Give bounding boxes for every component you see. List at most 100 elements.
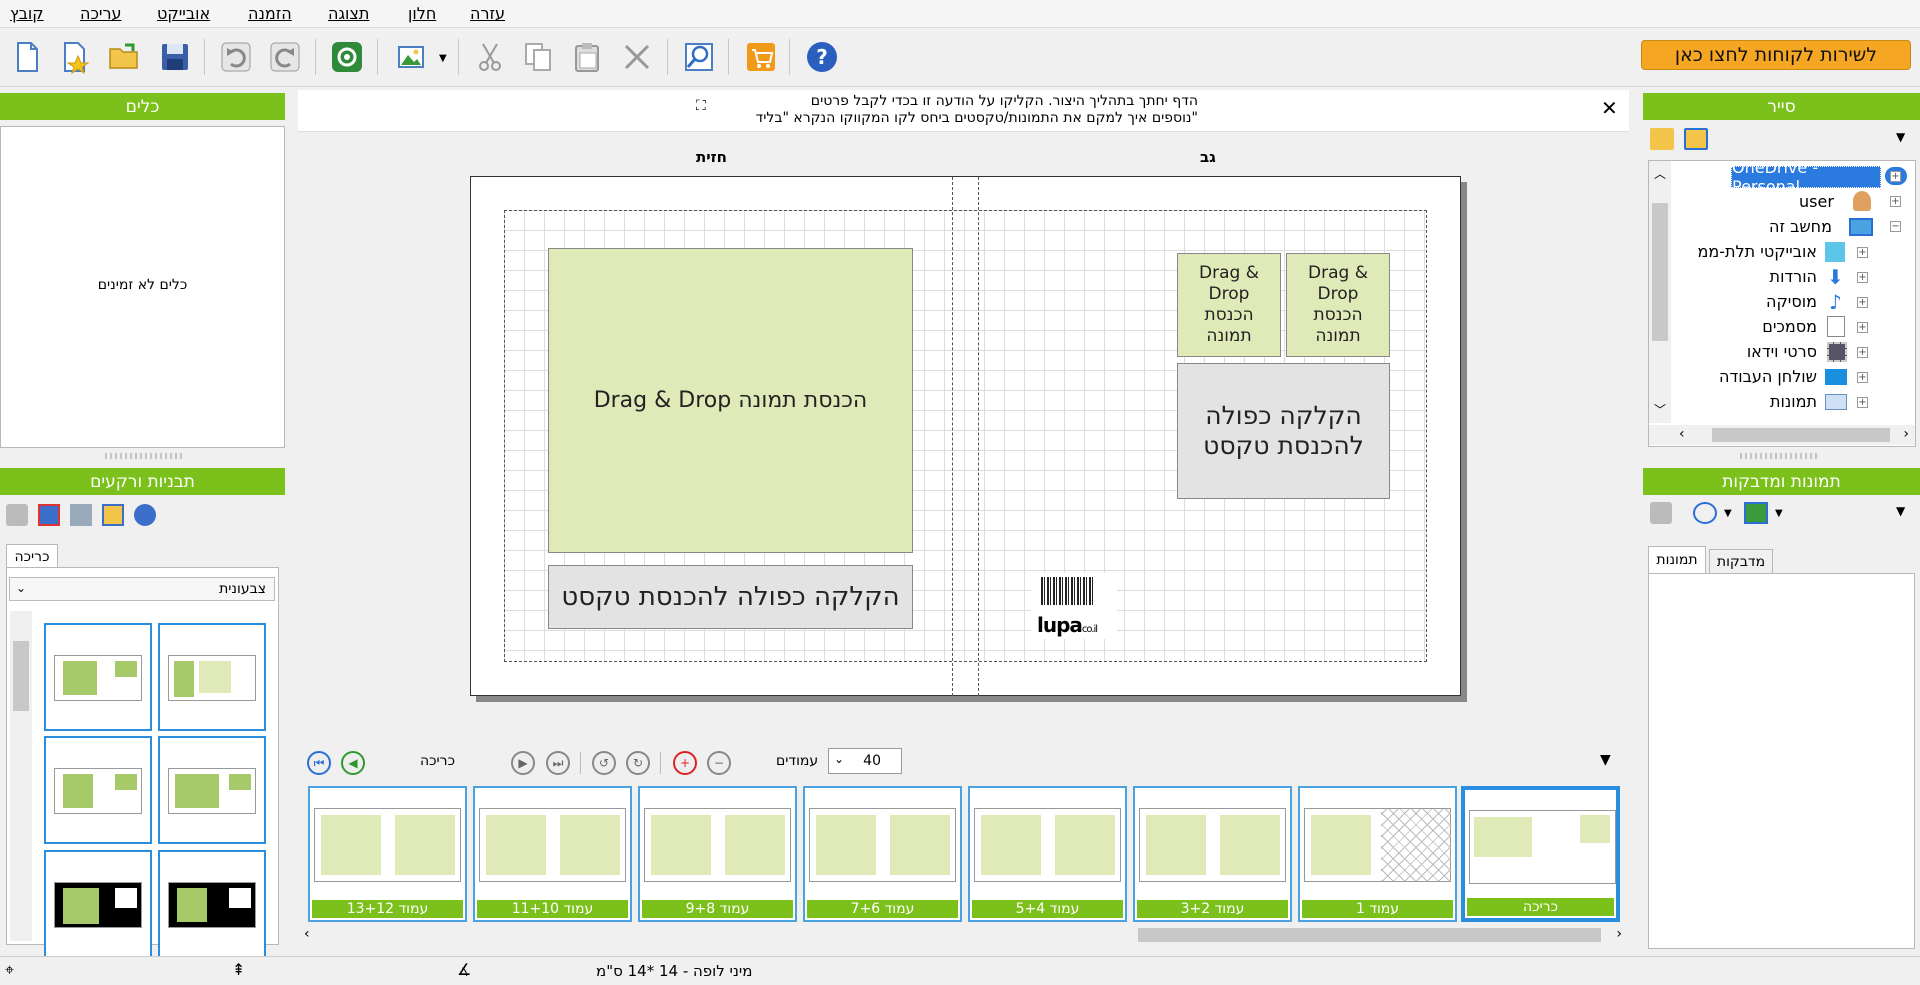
remove-pages-icon[interactable]: − [707, 751, 731, 775]
help-icon[interactable]: ? [802, 37, 842, 77]
thumbnail-page[interactable]: 5+4 עמוד [968, 786, 1127, 922]
template-add-icon[interactable] [38, 504, 60, 526]
scroll-left-icon[interactable]: ‹ [1679, 426, 1685, 442]
front-text-box[interactable]: הקלקה כפולה להכנסת טקסט [548, 565, 913, 629]
tab-stickers[interactable]: מדבקות [1709, 549, 1773, 573]
tree-item-pictures[interactable]: תמונות [1729, 392, 1817, 411]
expand-icon[interactable]: + [1857, 347, 1868, 358]
tree-item-user[interactable]: user [1799, 192, 1834, 211]
redo-icon[interactable] [265, 37, 305, 77]
scroll-left-icon[interactable]: ‹ [304, 926, 310, 942]
thumbnail-page[interactable]: 11+10 עמוד [473, 786, 632, 922]
prev-page-icon[interactable]: ◀ [341, 751, 365, 775]
folder-refresh-icon[interactable] [1684, 128, 1708, 150]
expand-icon[interactable]: + [1857, 247, 1868, 258]
template-apply-icon[interactable] [134, 504, 156, 526]
tree-item-documents[interactable]: מסמכים [1729, 317, 1817, 336]
template-folder-icon[interactable] [102, 504, 124, 526]
image-icon[interactable] [392, 37, 432, 77]
menu-file[interactable]: קובץ [10, 4, 44, 23]
save-icon[interactable] [155, 37, 195, 77]
thumbnail-page[interactable]: 1 עמוד [1298, 786, 1457, 922]
tab-cover[interactable]: כריכה [6, 544, 58, 568]
tree-item-this-pc[interactable]: מחשב זה [1769, 217, 1832, 236]
bleed-notice[interactable]: הדף יחתך בתהליך היצור. הקליקו על הודעה ז… [298, 90, 1629, 132]
tree-item-onedrive[interactable]: OneDrive - Personal [1731, 158, 1881, 196]
tree-hscrollbar[interactable]: ‹ › [1649, 425, 1915, 445]
new-star-icon[interactable] [55, 37, 95, 77]
close-icon[interactable]: ✕ [1601, 96, 1618, 120]
scroll-thumb[interactable] [13, 641, 29, 711]
thumbnail-cover-selected[interactable]: כריכה [1461, 786, 1620, 922]
front-image-dropzone[interactable]: Drag & Drop הכנסת תמונה [548, 248, 913, 553]
scroll-right-icon[interactable]: › [1903, 426, 1909, 442]
expand-icon[interactable]: + [1857, 372, 1868, 383]
back-image-dropzone-1[interactable]: Drag & Drop הכנסת תמונה [1177, 253, 1281, 357]
search-icon[interactable] [1693, 502, 1717, 524]
scroll-thumb[interactable] [1138, 928, 1601, 942]
tab-images[interactable]: תמונות [1648, 546, 1706, 573]
copy-icon[interactable] [518, 37, 558, 77]
chevron-down-icon[interactable]: ▼ [1724, 508, 1732, 519]
menu-object[interactable]: אובייקט [157, 4, 210, 23]
chevron-down-icon[interactable]: ▼ [439, 53, 447, 64]
template-item[interactable] [44, 850, 152, 958]
cut-icon[interactable] [470, 37, 510, 77]
scroll-thumb[interactable] [1712, 428, 1890, 442]
tree-item-3d-objects[interactable]: אובייקטי תלת-ממ [1679, 242, 1817, 261]
insert-after-icon[interactable]: ↻ [626, 751, 650, 775]
chevron-down-icon[interactable]: ▼ [1896, 130, 1905, 144]
template-item[interactable] [158, 850, 266, 958]
delete-icon[interactable] [617, 37, 657, 77]
menu-help[interactable]: עזרה [470, 4, 505, 23]
collapse-icon[interactable]: ▼ [1600, 752, 1611, 768]
chevron-down-icon[interactable]: ▼ [1896, 504, 1905, 518]
template-item[interactable] [158, 623, 266, 731]
scroll-up-icon[interactable]: ︿ [1654, 165, 1666, 182]
menu-edit[interactable]: עריכה [80, 4, 122, 23]
splitter-grip[interactable] [1740, 453, 1820, 459]
sync-icon[interactable] [327, 37, 367, 77]
pages-count-select[interactable]: ⌄ 40 [828, 748, 902, 774]
tree-item-desktop[interactable]: שולחן העבודה [1689, 367, 1817, 386]
cover-page[interactable]: Drag & Drop הכנסת תמונה הקלקה כפולה להכנ… [470, 176, 1461, 696]
paste-icon[interactable] [567, 37, 607, 77]
back-icon[interactable] [6, 504, 28, 526]
expand-icon[interactable]: + [1890, 171, 1901, 182]
template-item[interactable] [44, 736, 152, 844]
filter-icon[interactable] [1744, 502, 1768, 524]
tree-item-videos[interactable]: סרטי וידאו [1709, 342, 1817, 361]
templates-scrollbar[interactable] [10, 611, 32, 941]
add-pages-icon[interactable]: + [673, 751, 697, 775]
style-dropdown[interactable]: צבעונית ⌄ [9, 577, 275, 601]
new-document-icon[interactable] [7, 37, 47, 77]
menu-order[interactable]: הזמנה [248, 4, 292, 23]
tree-item-music[interactable]: מוסיקה [1749, 292, 1817, 311]
next-page-icon[interactable]: ▶ [511, 751, 535, 775]
thumbnail-page[interactable]: 13+12 עמוד [308, 786, 467, 922]
template-item[interactable] [158, 736, 266, 844]
new-folder-icon[interactable] [1650, 128, 1674, 150]
undo-icon[interactable] [216, 37, 256, 77]
expand-icon[interactable]: + [1857, 322, 1868, 333]
splitter-grip[interactable] [105, 453, 185, 459]
thumbnail-page[interactable]: 3+2 עמוד [1133, 786, 1292, 922]
expand-icon[interactable]: + [1857, 297, 1868, 308]
back-icon[interactable] [1650, 502, 1672, 524]
back-text-box[interactable]: הקלקה כפולה להכנסת טקסט [1177, 363, 1390, 499]
open-folder-icon[interactable] [104, 37, 144, 77]
menu-window[interactable]: חלון [408, 4, 436, 23]
thumbnail-page[interactable]: 7+6 עמוד [803, 786, 962, 922]
cart-icon[interactable] [741, 37, 781, 77]
scroll-thumb[interactable] [1652, 203, 1668, 341]
expand-icon[interactable]: + [1857, 272, 1868, 283]
tree-vscrollbar[interactable]: ︿ ﹀ [1649, 161, 1671, 423]
first-page-icon[interactable]: ⏮ [307, 751, 331, 775]
insert-before-icon[interactable]: ↺ [592, 751, 616, 775]
zoom-icon[interactable] [679, 37, 719, 77]
last-page-icon[interactable]: ⏭ [546, 751, 570, 775]
thumbnail-page[interactable]: 9+8 עמוד [638, 786, 797, 922]
customer-support-button[interactable]: לשירות לקוחות לחצו כאן [1641, 40, 1911, 70]
scroll-down-icon[interactable]: ﹀ [1654, 401, 1666, 418]
back-image-dropzone-2[interactable]: Drag & Drop הכנסת תמונה [1286, 253, 1390, 357]
